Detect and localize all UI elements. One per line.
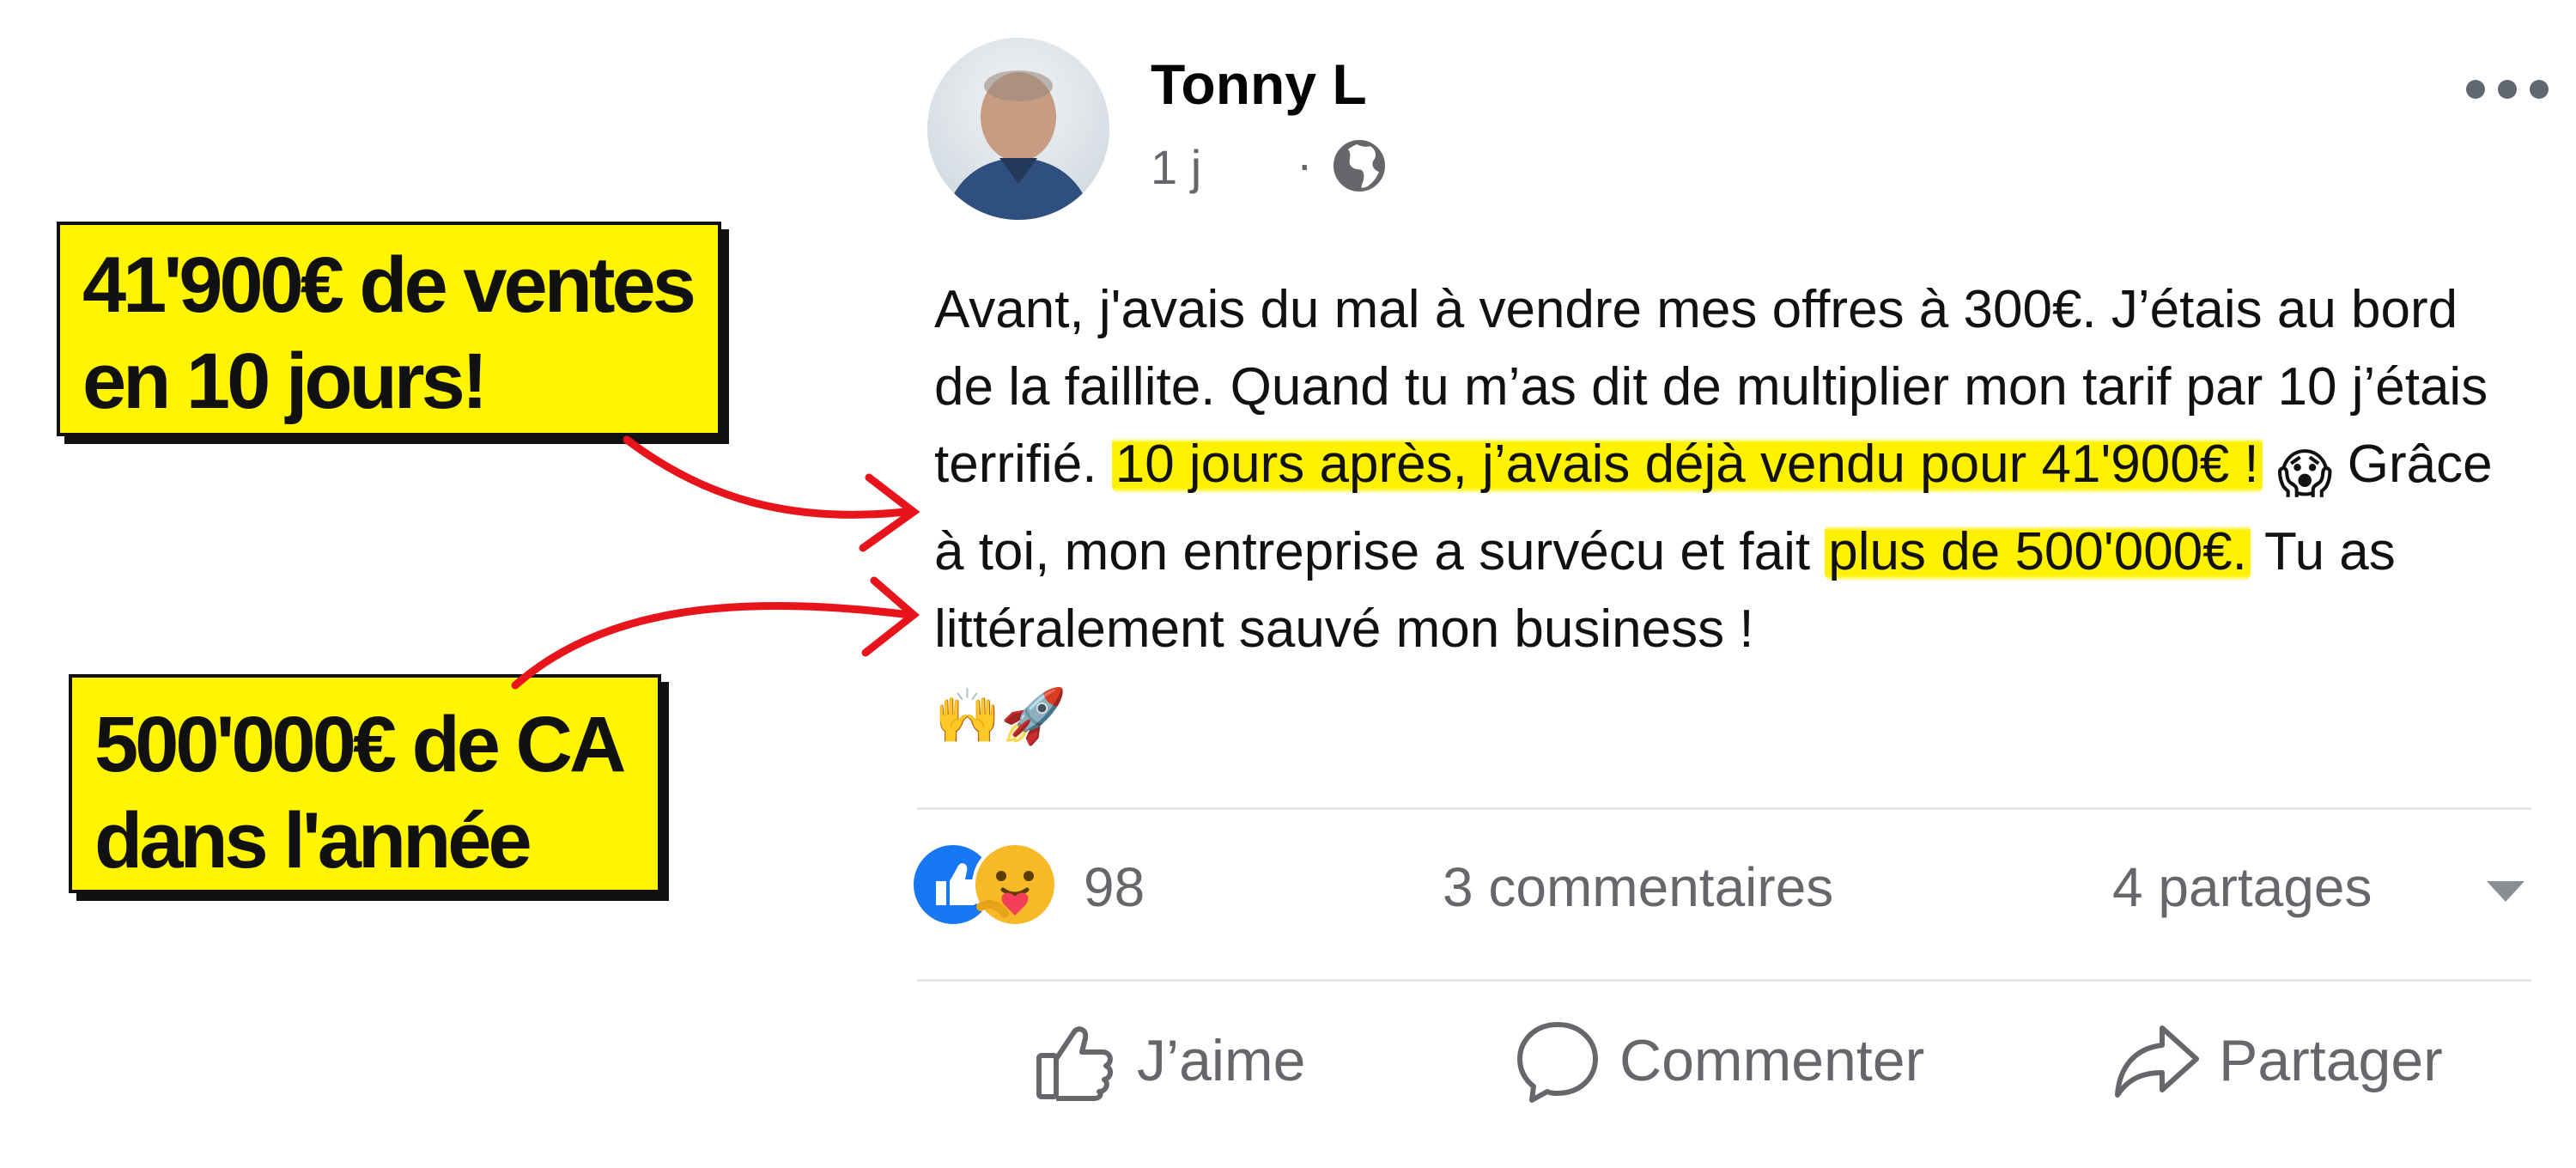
caret-down-icon[interactable] [2480,874,2531,909]
shares-count[interactable]: 4 partages [2112,855,2372,919]
more-options-button[interactable] [2466,72,2549,106]
care-reaction-icon [972,842,1058,928]
rocket-emoji: 🚀 [1000,687,1067,746]
arrow-to-sales-highlight [623,435,910,519]
arrow-to-revenue-highlight [511,601,914,690]
more-dots-icon [2466,80,2485,99]
raised-hands-emoji: 🙌 [934,687,1001,746]
share-label: Partager [2219,1028,2443,1093]
divider-bottom [917,979,2531,982]
reaction-count[interactable]: 98 [1084,855,1145,919]
reaction-icons[interactable] [910,840,1065,929]
like-label: J’aime [1137,1028,1306,1093]
scream-emoji: 😱 [2276,445,2333,504]
like-button[interactable]: J’aime [1030,1013,1306,1108]
comment-bubble-icon [1517,1022,1598,1103]
comments-count[interactable]: 3 commentaires [1443,855,1833,919]
post-text: Avant, j'avais du mal à vendre mes offre… [934,271,2531,756]
author-avatar[interactable] [927,38,1109,220]
divider-top [917,807,2531,810]
post-time[interactable]: 1 j [1151,139,1201,195]
comment-label: Commenter [1619,1028,1925,1093]
highlight-revenue: plus de 500'000€. [1825,522,2251,581]
comment-button[interactable]: Commenter [1513,1013,1924,1108]
share-arrow-icon [2115,1025,2199,1098]
globe-icon [1334,140,1385,192]
meta-separator: · [1297,137,1313,191]
author-name[interactable]: Tonny L [1151,52,1367,117]
share-button[interactable]: Partager [2112,1013,2443,1108]
thumbs-up-icon [1036,1026,1113,1101]
highlight-sales: 10 jours après, j’avais déjà vendu pour … [1111,435,2263,494]
